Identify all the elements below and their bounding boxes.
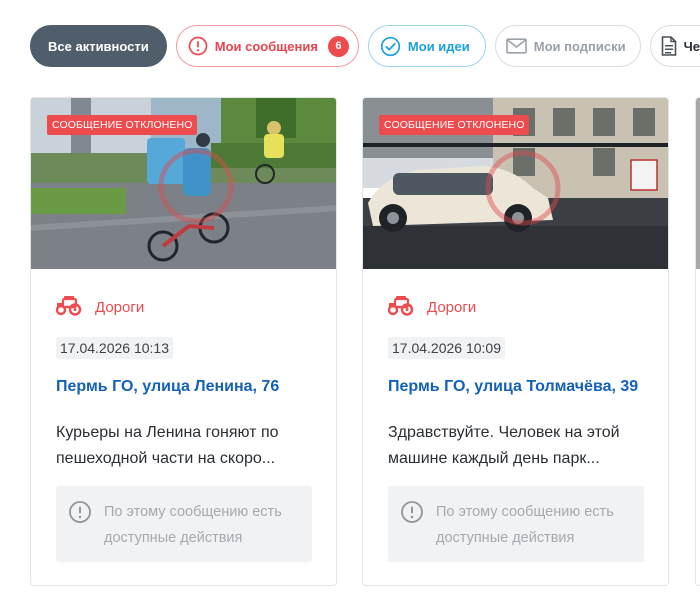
category: Дороги bbox=[55, 294, 144, 320]
message-card-partial[interactable] bbox=[695, 97, 700, 586]
unread-count-badge: 6 bbox=[327, 35, 349, 57]
notice-text: По этому сообщению есть доступные действ… bbox=[104, 504, 282, 546]
filter-tabs: Все активности Мои сообщения 6 Мои идеи bbox=[30, 25, 700, 67]
tab-all-activities[interactable]: Все активности bbox=[30, 25, 167, 67]
message-card[interactable]: СООБЩЕНИЕ ОТКЛОНЕНО Дороги 17.04.2026 10… bbox=[30, 97, 337, 586]
check-circle-icon bbox=[380, 36, 401, 57]
document-icon bbox=[661, 36, 677, 56]
tractor-icon bbox=[387, 294, 415, 320]
category: Дороги bbox=[387, 294, 476, 320]
category-label: Дороги bbox=[427, 298, 477, 316]
alert-circle-icon bbox=[188, 36, 208, 56]
message-address-link[interactable]: Пермь ГО, улица Толмачёва, 39 bbox=[388, 378, 638, 396]
message-photo[interactable]: СООБЩЕНИЕ ОТКЛОНЕНО bbox=[31, 98, 336, 269]
message-address-link[interactable]: Пермь ГО, улица Ленина, 76 bbox=[56, 378, 279, 396]
tab-my-ideas[interactable]: Мои идеи bbox=[367, 25, 486, 67]
activity-page: Все активности Мои сообщения 6 Мои идеи bbox=[0, 0, 700, 599]
status-badge: СООБЩЕНИЕ ОТКЛОНЕНО bbox=[47, 115, 198, 135]
tab-label: Мои идеи bbox=[407, 38, 470, 54]
message-text: Курьеры на Ленина гоняют по пешеходной ч… bbox=[56, 424, 279, 467]
tab-label: Мои подписки bbox=[533, 38, 626, 54]
message-photo[interactable]: СООБЩЕНИЕ ОТКЛОНЕНО bbox=[363, 98, 668, 269]
tab-label: Мои сообщения bbox=[214, 38, 318, 54]
tab-label: Черно bbox=[683, 38, 700, 54]
envelope-icon bbox=[505, 38, 527, 54]
info-icon bbox=[68, 500, 92, 549]
message-card[interactable]: СООБЩЕНИЕ ОТКЛОНЕНО Дороги 17.04.2026 10… bbox=[362, 97, 669, 586]
info-icon bbox=[400, 500, 424, 549]
message-text: Здравствуйте. Человек на этой машине каж… bbox=[388, 424, 620, 467]
message-date: 17.04.2026 10:09 bbox=[388, 337, 505, 359]
tab-my-messages[interactable]: Мои сообщения 6 bbox=[175, 25, 359, 67]
status-badge: СООБЩЕНИЕ ОТКЛОНЕНО bbox=[379, 115, 530, 135]
message-date: 17.04.2026 10:13 bbox=[56, 337, 173, 359]
tab-drafts[interactable]: Черно bbox=[649, 25, 700, 67]
notice-text: По этому сообщению есть доступные действ… bbox=[436, 504, 614, 546]
tab-my-subscriptions[interactable]: Мои подписки bbox=[494, 25, 641, 67]
actions-notice[interactable]: По этому сообщению есть доступные действ… bbox=[56, 486, 312, 562]
category-label: Дороги bbox=[95, 298, 145, 316]
tab-label: Все активности bbox=[48, 38, 149, 54]
actions-notice[interactable]: По этому сообщению есть доступные действ… bbox=[388, 486, 644, 562]
message-photo bbox=[696, 98, 700, 269]
tractor-icon bbox=[55, 294, 83, 320]
